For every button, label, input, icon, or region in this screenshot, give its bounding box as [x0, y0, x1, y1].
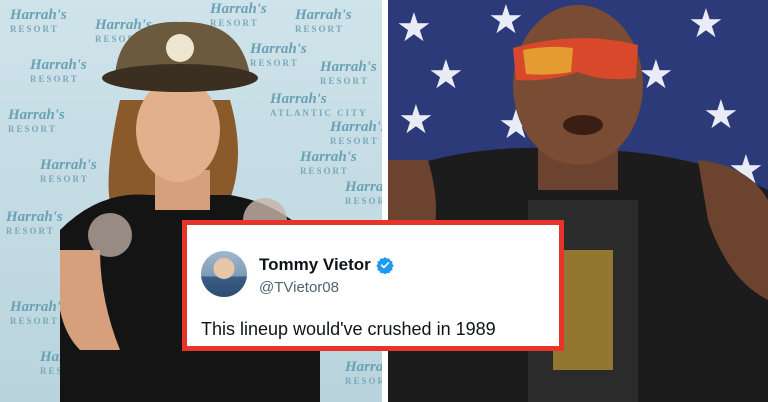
- wall-brand: Harrah's: [10, 7, 67, 23]
- tweet-text: This lineup would've crushed in 1989: [201, 319, 496, 339]
- avatar[interactable]: [201, 251, 247, 297]
- tweet-display-name[interactable]: Tommy Vietor: [259, 255, 371, 275]
- tweet-handle[interactable]: @TVietor08: [259, 279, 339, 296]
- verified-badge-icon: [376, 257, 394, 274]
- tweet-card[interactable]: Tommy Vietor @TVietor08 This lineup woul…: [182, 220, 564, 351]
- tweet-author-row: Tommy Vietor: [259, 255, 394, 275]
